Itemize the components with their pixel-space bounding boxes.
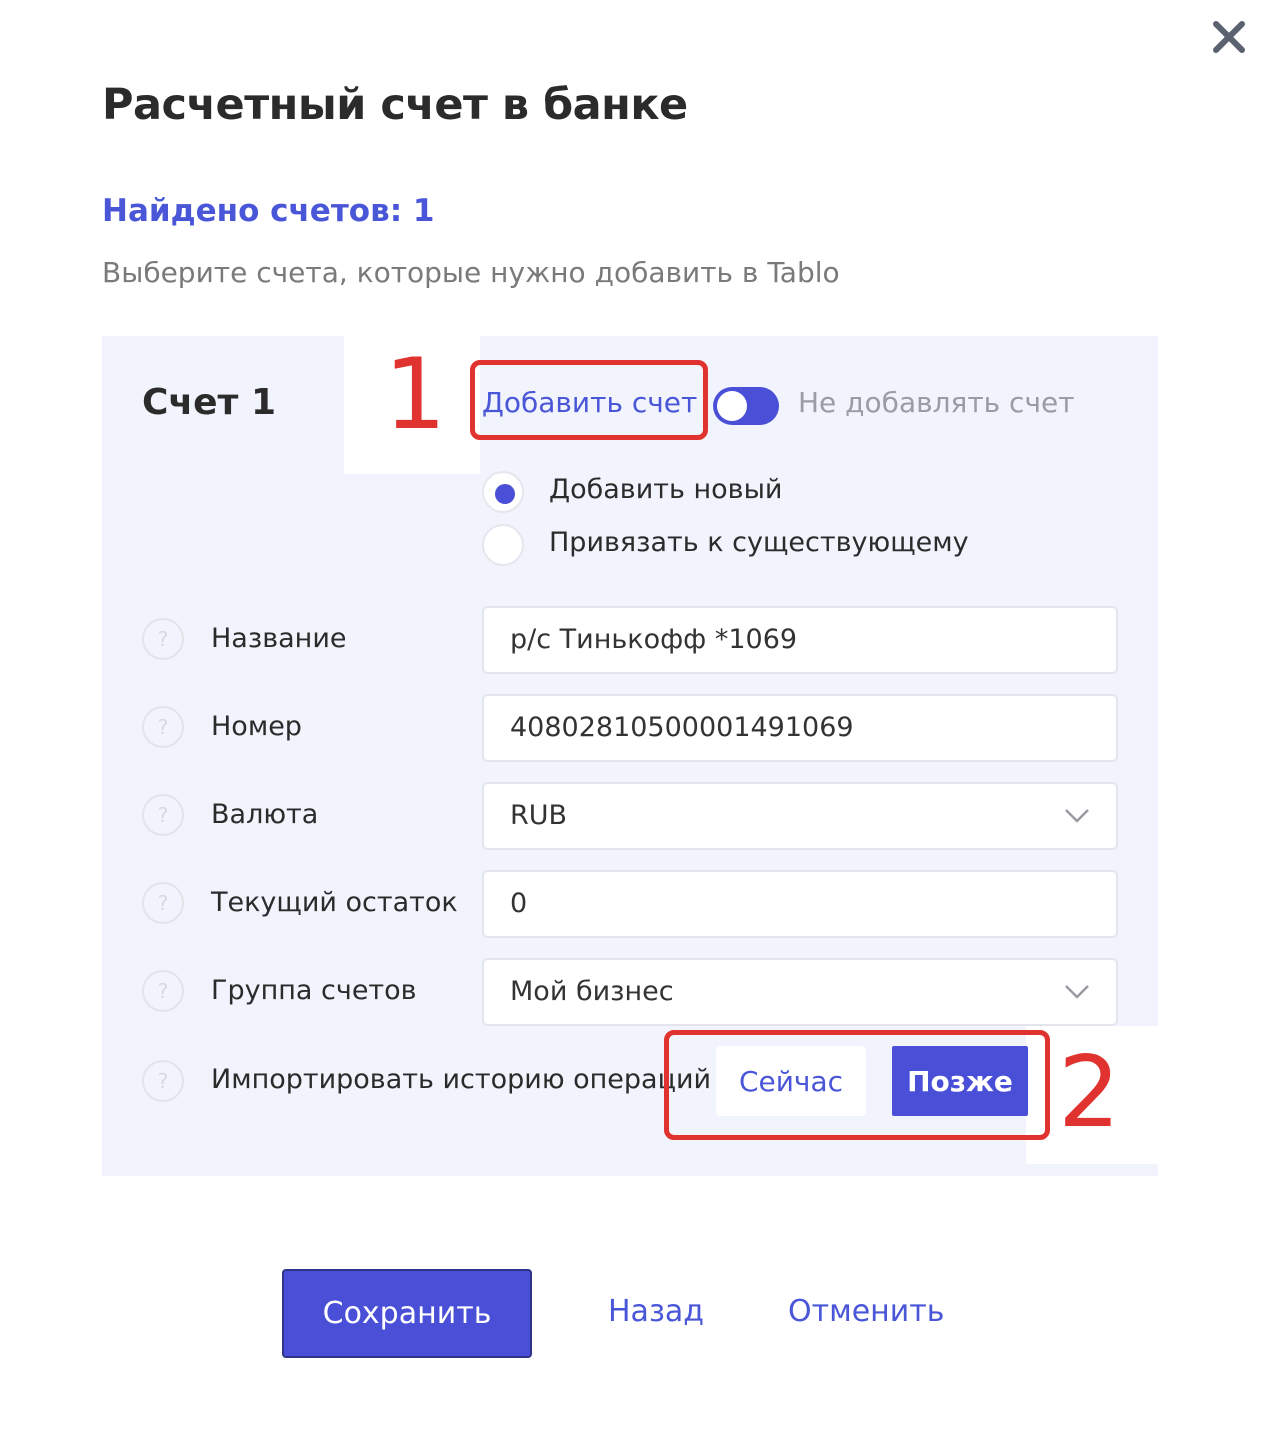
radio-link-existing-label: Привязать к существующему: [549, 527, 969, 558]
dialog-subtitle: Выберите счета, которые нужно добавить в…: [102, 256, 840, 289]
help-icon[interactable]: ?: [142, 794, 184, 836]
annotation-marker-1: 1: [384, 338, 447, 452]
help-icon[interactable]: ?: [142, 882, 184, 924]
account-group-select-value: Мой бизнес: [510, 976, 674, 1007]
balance-input[interactable]: 0: [482, 870, 1118, 938]
annotation-box-2: [664, 1030, 1050, 1140]
annotation-marker-2: 2: [1058, 1036, 1121, 1150]
close-button[interactable]: [1208, 16, 1250, 58]
help-icon[interactable]: ?: [142, 706, 184, 748]
help-icon[interactable]: ?: [142, 1060, 184, 1102]
radio-link-existing[interactable]: [482, 524, 524, 566]
currency-select-value: RUB: [510, 800, 568, 831]
account-group-select[interactable]: Мой бизнес: [482, 958, 1118, 1026]
save-button[interactable]: Сохранить: [282, 1269, 532, 1358]
toggle-label: Не добавлять счет: [798, 386, 1075, 419]
balance-input-value: 0: [510, 888, 528, 919]
field-label-name: Название: [211, 623, 347, 654]
chevron-down-icon: [1065, 809, 1089, 823]
number-input-value: 40802810500001491069: [510, 712, 854, 743]
cancel-link[interactable]: Отменить: [788, 1294, 944, 1329]
account-title: Счет 1: [142, 382, 276, 423]
currency-select[interactable]: RUB: [482, 782, 1118, 850]
radio-add-new-label: Добавить новый: [549, 474, 783, 505]
field-label-balance: Текущий остаток: [211, 887, 458, 918]
close-icon: [1213, 21, 1245, 53]
number-input[interactable]: 40802810500001491069: [482, 694, 1118, 762]
field-label-number: Номер: [211, 711, 302, 742]
field-label-import: Импортировать историю операций: [211, 1064, 712, 1095]
toggle-knob: [717, 391, 747, 421]
field-label-group: Группа счетов: [211, 975, 417, 1006]
name-input-value: р/с Тинькофф *1069: [510, 624, 798, 655]
add-account-toggle[interactable]: [713, 387, 779, 425]
help-icon[interactable]: ?: [142, 618, 184, 660]
radio-dot: [495, 484, 515, 504]
name-input[interactable]: р/с Тинькофф *1069: [482, 606, 1118, 674]
field-label-currency: Валюта: [211, 799, 319, 830]
dialog-title: Расчетный счет в банке: [102, 80, 688, 130]
help-icon[interactable]: ?: [142, 970, 184, 1012]
found-count: Найдено счетов: 1: [102, 193, 435, 229]
back-link[interactable]: Назад: [608, 1294, 704, 1329]
add-account-link[interactable]: Добавить счет: [482, 386, 697, 419]
radio-add-new[interactable]: [482, 471, 524, 513]
chevron-down-icon: [1065, 985, 1089, 999]
